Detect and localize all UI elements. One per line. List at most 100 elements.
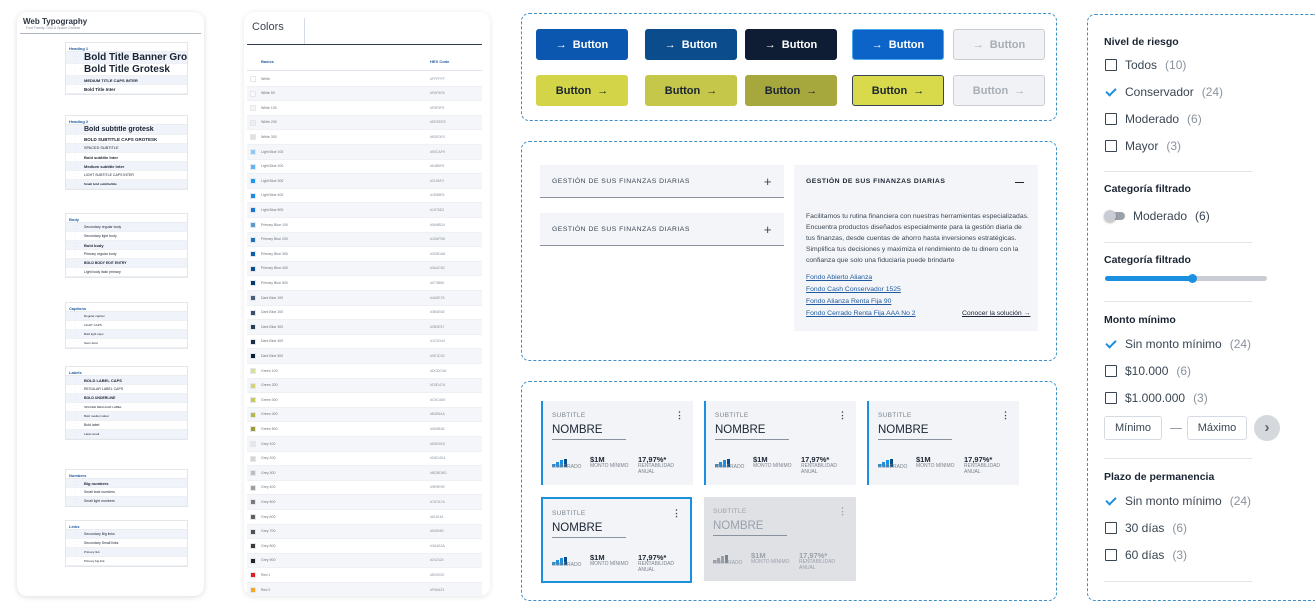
checkbox[interactable] bbox=[1105, 113, 1117, 125]
action-button[interactable]: → Button bbox=[645, 29, 737, 60]
fund-link[interactable]: Fondo Cerrado Renta Fija AAA No 2 bbox=[806, 310, 916, 317]
row-meta-label: ··· ··· bbox=[73, 386, 77, 392]
filter-option[interactable]: Sin monto mínimo (24) bbox=[1105, 494, 1251, 508]
option-label: 30 días bbox=[1125, 521, 1165, 535]
action-button[interactable]: Button → bbox=[953, 75, 1045, 106]
filter-option[interactable]: Conservador (24) bbox=[1105, 85, 1223, 99]
learn-more-link[interactable]: Conocer la solución → bbox=[962, 310, 1030, 317]
checkbox[interactable] bbox=[1105, 549, 1117, 561]
option-count: (24) bbox=[1201, 85, 1224, 99]
row-meta-label: ··· ··· bbox=[73, 136, 77, 142]
filter-option[interactable]: 60 días (3) bbox=[1105, 548, 1187, 562]
section-heading: Links bbox=[66, 521, 187, 530]
filter-option[interactable]: $1.000.000 (3) bbox=[1105, 391, 1208, 405]
checkbox-checked[interactable] bbox=[1105, 495, 1117, 507]
typo-row: ··· ··· SPACED REGULAR LABEL bbox=[66, 403, 187, 412]
fund-link[interactable]: Fondo Abierto Alianza bbox=[806, 274, 872, 281]
checkbox-checked[interactable] bbox=[1105, 338, 1117, 350]
chevron-right-icon[interactable]: › bbox=[1254, 415, 1280, 441]
action-button[interactable]: → Button bbox=[953, 29, 1045, 60]
minus-icon[interactable] bbox=[1015, 182, 1024, 183]
row-meta-label: ··· ··· bbox=[73, 86, 77, 92]
color-name: Light Blue 200 bbox=[261, 164, 284, 169]
plus-icon[interactable]: + bbox=[764, 222, 772, 237]
checkbox[interactable] bbox=[1105, 140, 1117, 152]
min-amount-label: MONTO MÍNIMO bbox=[753, 463, 792, 469]
filter-option[interactable]: Todos (10) bbox=[1105, 58, 1186, 72]
product-card[interactable]: SUBTITLE NOMBRE ⋮ MODERADO $1M MONTO MÍNIMO 17… bbox=[704, 401, 856, 485]
option-count: (3) bbox=[1166, 139, 1182, 153]
sample-text: Secondary Small links bbox=[84, 541, 119, 545]
sample-text: Small bold subtitle/title bbox=[84, 182, 117, 186]
checkbox[interactable] bbox=[1105, 59, 1117, 71]
filter-option[interactable]: Mayor (3) bbox=[1105, 139, 1181, 153]
sample-text: Bold Title Inter bbox=[84, 86, 116, 92]
filter-option[interactable]: $10.000 (6) bbox=[1105, 364, 1191, 378]
colors-panel: Colors Basics HEX Code White #FFFFFF White… bbox=[244, 12, 490, 596]
color-row: White 100 #F5F5F5 bbox=[247, 101, 482, 116]
filter-option[interactable]: Moderado (6) bbox=[1105, 112, 1202, 126]
accordion-item-2[interactable]: GESTIÓN DE SUS FINANZAS DIARIAS + bbox=[540, 213, 784, 246]
product-card[interactable]: SUBTITLE NOMBRE ⋮ MODERADO $1M MONTO MÍNIMO 17… bbox=[541, 401, 693, 485]
max-amount-input[interactable]: Máximo bbox=[1187, 416, 1247, 440]
action-button[interactable]: → Button bbox=[745, 29, 837, 60]
checkbox[interactable] bbox=[1105, 522, 1117, 534]
product-card[interactable]: SUBTITLE NOMBRE ⋮ MODERADO $1M MONTO MÍNIMO 17… bbox=[867, 401, 1019, 485]
color-name: Grey 800 bbox=[261, 543, 276, 548]
action-button[interactable]: Button → bbox=[745, 75, 837, 106]
color-hex: #D3D47A bbox=[430, 383, 446, 388]
typo-row: ··· ··· Bold body bbox=[66, 241, 187, 250]
more-options-icon[interactable]: ⋮ bbox=[675, 410, 684, 421]
color-name: Light Blue 500 bbox=[261, 207, 284, 212]
color-swatch bbox=[250, 441, 256, 447]
accordion-item-expanded[interactable]: GESTIÓN DE SUS FINANZAS DIARIAS Facilita… bbox=[794, 165, 1038, 331]
filters-panel bbox=[1087, 14, 1315, 601]
more-options-icon[interactable]: ⋮ bbox=[1001, 410, 1010, 421]
row-meta-label: ··· ··· bbox=[73, 242, 77, 248]
min-amount-input[interactable]: Mínimo bbox=[1104, 416, 1162, 440]
accordion-item-1[interactable]: GESTIÓN DE SUS FINANZAS DIARIAS + bbox=[540, 165, 784, 198]
action-button[interactable]: → Button bbox=[852, 29, 944, 60]
risk-label: MODERADO bbox=[552, 464, 582, 470]
button-label: Button bbox=[764, 84, 801, 97]
color-swatch bbox=[250, 397, 256, 404]
sample-text: Bold Title Grotesk bbox=[84, 64, 170, 75]
row-meta-label: ··· ··· bbox=[73, 404, 77, 410]
checkbox[interactable] bbox=[1105, 365, 1117, 377]
sample-text: BOLD SUBTITLE CAPS GROTESK bbox=[84, 136, 158, 142]
toggle-switch[interactable] bbox=[1104, 210, 1125, 222]
plus-icon[interactable]: + bbox=[764, 174, 772, 189]
action-button[interactable]: Button → bbox=[536, 75, 628, 106]
tab-underline bbox=[247, 44, 482, 45]
tab-colors[interactable]: Colors bbox=[252, 18, 305, 44]
typo-row: ··· ··· Secondary regular body bbox=[66, 223, 187, 232]
card-subtitle: SUBTITLE bbox=[878, 412, 912, 419]
sample-text: Small bold numbers bbox=[84, 490, 115, 494]
card-divider bbox=[552, 439, 626, 440]
color-swatch bbox=[250, 76, 256, 82]
action-button[interactable]: Button → bbox=[852, 75, 944, 106]
button-label: Button bbox=[871, 84, 908, 97]
color-swatch bbox=[250, 251, 256, 258]
range-slider-track[interactable] bbox=[1105, 274, 1267, 283]
more-options-icon[interactable]: ⋮ bbox=[838, 410, 847, 421]
toggle-option[interactable]: Moderado (6) bbox=[1104, 209, 1210, 223]
card-name: NOMBRE bbox=[552, 424, 603, 436]
filter-option[interactable]: 30 días (6) bbox=[1105, 521, 1187, 535]
sample-text: Bold label bbox=[84, 423, 100, 427]
action-button[interactable]: Button → bbox=[645, 75, 737, 106]
checkbox[interactable] bbox=[1105, 392, 1117, 404]
filter-option[interactable]: Sin monto mínimo (24) bbox=[1105, 337, 1251, 351]
color-row: Green 200 #D3D47A bbox=[247, 378, 482, 394]
typo-row: ··· ··· LIGHT SUBTITLE CAPS INTER bbox=[66, 171, 187, 180]
row-meta-label: ··· ··· bbox=[73, 224, 77, 230]
color-hex: #EEEEEE bbox=[430, 120, 446, 125]
fund-link[interactable]: Fondo Alianza Renta Fija 90 bbox=[806, 298, 891, 305]
option-count: (3) bbox=[1193, 391, 1208, 405]
action-button[interactable]: → Button bbox=[536, 29, 628, 60]
fund-link[interactable]: Fondo Cash Conservador 1525 bbox=[806, 286, 901, 293]
checkbox-checked[interactable] bbox=[1105, 86, 1117, 98]
product-card[interactable]: SUBTITLE NOMBRE ⋮ MODERADO $1M MONTO MÍNIMO 17… bbox=[541, 497, 692, 583]
more-options-icon[interactable]: ⋮ bbox=[672, 508, 681, 519]
color-row: Green 300 #C9CA5E bbox=[247, 393, 482, 408]
